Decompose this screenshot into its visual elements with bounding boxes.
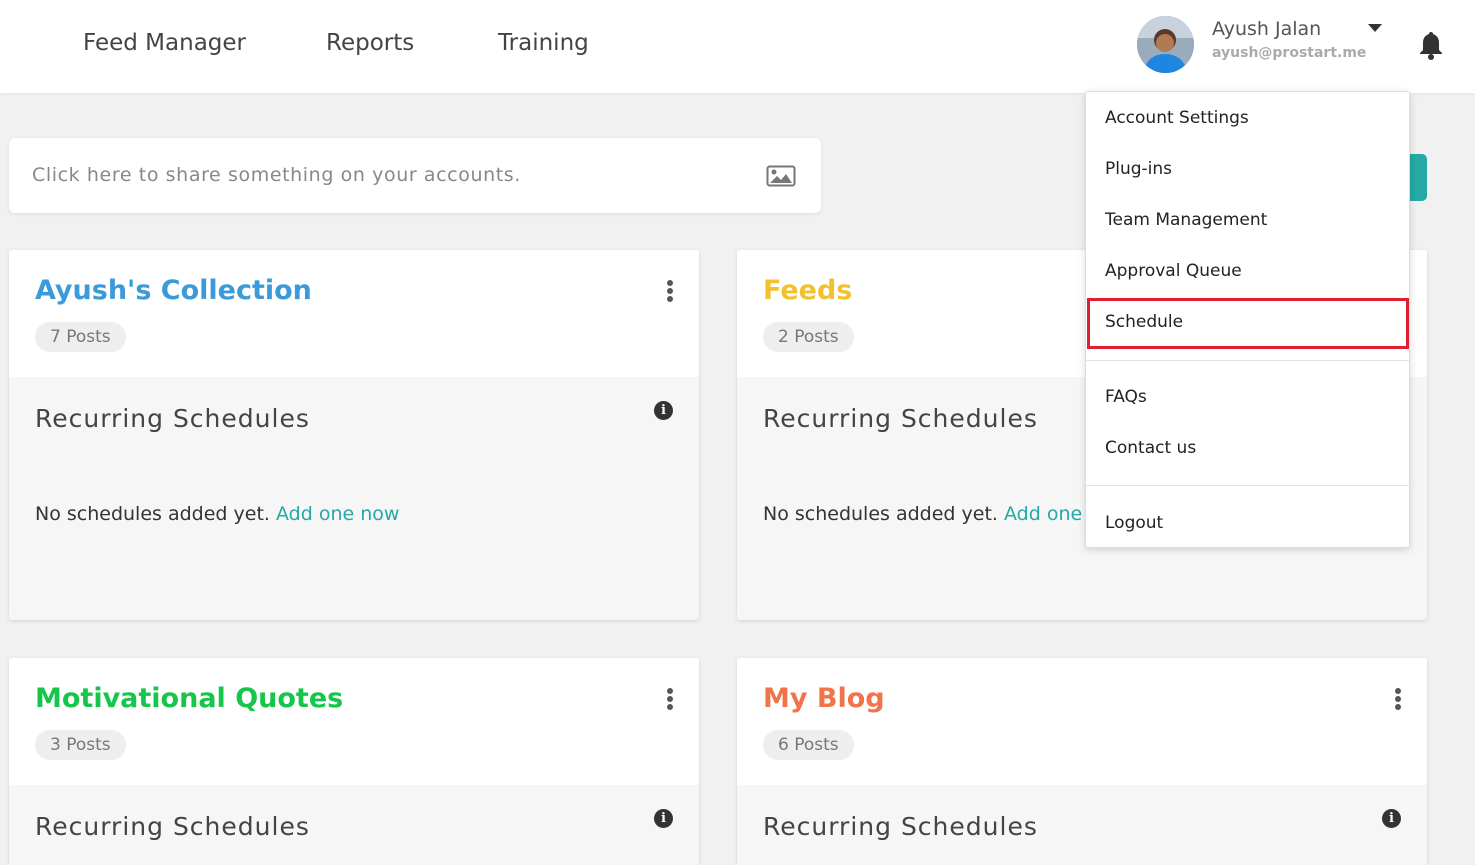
menu-item-account-settings[interactable]: Account Settings [1105,108,1249,128]
user-dropdown-menu: Account Settings Plug-ins Team Managemen… [1085,91,1410,548]
nav-reports[interactable]: Reports [326,30,414,56]
card-title[interactable]: Motivational Quotes [35,683,343,714]
share-input[interactable]: Click here to share something on your ac… [9,138,821,213]
card-header: Motivational Quotes 3 Posts [9,658,699,785]
menu-item-plugins[interactable]: Plug-ins [1105,159,1172,179]
menu-divider [1086,360,1409,361]
posts-badge: 3 Posts [35,730,126,760]
card-title[interactable]: Feeds [763,275,852,306]
user-email: ayush@prostart.me [1212,45,1367,61]
collection-card: Ayush's Collection 7 Posts Recurring Sch… [9,250,699,620]
menu-divider [1086,485,1409,486]
menu-item-team-management[interactable]: Team Management [1105,210,1267,230]
card-header: My Blog 6 Posts [737,658,1427,785]
section-title: Recurring Schedules [763,812,1038,841]
section-title: Recurring Schedules [763,404,1038,433]
menu-item-approval-queue[interactable]: Approval Queue [1105,261,1242,281]
info-icon[interactable]: i [1382,809,1401,828]
section-title: Recurring Schedules [35,812,310,841]
menu-item-logout[interactable]: Logout [1105,513,1163,533]
collection-card: My Blog 6 Posts Recurring Schedules i [737,658,1427,865]
empty-text: No schedules added yet. [763,503,998,525]
menu-item-contact-us[interactable]: Contact us [1105,438,1196,458]
posts-badge: 7 Posts [35,322,126,352]
kebab-menu-icon[interactable] [664,688,676,712]
nav-training[interactable]: Training [498,30,589,56]
kebab-menu-icon[interactable] [664,280,676,304]
collection-card: Motivational Quotes 3 Posts Recurring Sc… [9,658,699,865]
info-icon[interactable]: i [654,809,673,828]
card-title[interactable]: Ayush's Collection [35,275,312,306]
menu-item-faqs[interactable]: FAQs [1105,387,1147,407]
empty-text: No schedules added yet. [35,503,270,525]
kebab-menu-icon[interactable] [1392,688,1404,712]
add-schedule-link[interactable]: Add one now [276,503,399,525]
bell-icon[interactable] [1418,30,1444,60]
menu-item-schedule[interactable]: Schedule [1105,312,1183,332]
posts-badge: 2 Posts [763,322,854,352]
user-avatar[interactable] [1137,16,1194,73]
nav-feed-manager[interactable]: Feed Manager [83,30,246,56]
image-icon[interactable] [766,165,796,187]
posts-badge: 6 Posts [763,730,854,760]
section-title: Recurring Schedules [35,404,310,433]
empty-message: No schedules added yet. Add one now [35,503,399,525]
caret-down-icon[interactable] [1368,24,1382,32]
user-name[interactable]: Ayush Jalan [1212,18,1321,40]
card-title[interactable]: My Blog [763,683,885,714]
share-placeholder: Click here to share something on your ac… [32,164,521,186]
info-icon[interactable]: i [654,401,673,420]
top-navbar: Feed Manager Reports Training Ayush Jala… [0,0,1475,93]
card-header: Ayush's Collection 7 Posts [9,250,699,377]
empty-message: No schedules added yet. Add one now [763,503,1127,525]
